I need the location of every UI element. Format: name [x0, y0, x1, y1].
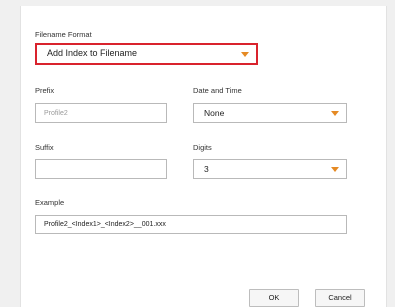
cancel-button[interactable]: Cancel [315, 289, 365, 307]
filename-format-value: Add Index to Filename [47, 48, 138, 58]
example-field: Profile2_<Index1>_<Index2>__001.xxx [35, 215, 347, 234]
ok-button[interactable]: OK [249, 289, 299, 307]
prefix-label: Prefix [35, 86, 55, 95]
digits-value: 3 [204, 164, 209, 174]
suffix-label: Suffix [35, 143, 54, 152]
date-time-select[interactable]: None [193, 103, 347, 123]
date-time-value: None [204, 108, 225, 118]
digits-select[interactable]: 3 [193, 159, 347, 179]
filename-format-select[interactable]: Add Index to Filename [35, 43, 258, 65]
chevron-down-icon [331, 167, 339, 172]
filename-format-label: Filename Format [35, 30, 92, 39]
digits-label: Digits [193, 143, 212, 152]
prefix-input[interactable]: Profile2 [35, 103, 167, 123]
example-value: Profile2_<Index1>_<Index2>__001.xxx [44, 221, 166, 228]
filename-format-dialog: Filename Format Add Index to Filename Pr… [20, 6, 387, 307]
chevron-down-icon [331, 111, 339, 116]
example-label: Example [35, 198, 65, 207]
chevron-down-icon [241, 52, 249, 57]
suffix-input[interactable] [35, 159, 167, 179]
prefix-placeholder: Profile2 [44, 110, 68, 117]
date-time-label: Date and Time [193, 86, 242, 95]
